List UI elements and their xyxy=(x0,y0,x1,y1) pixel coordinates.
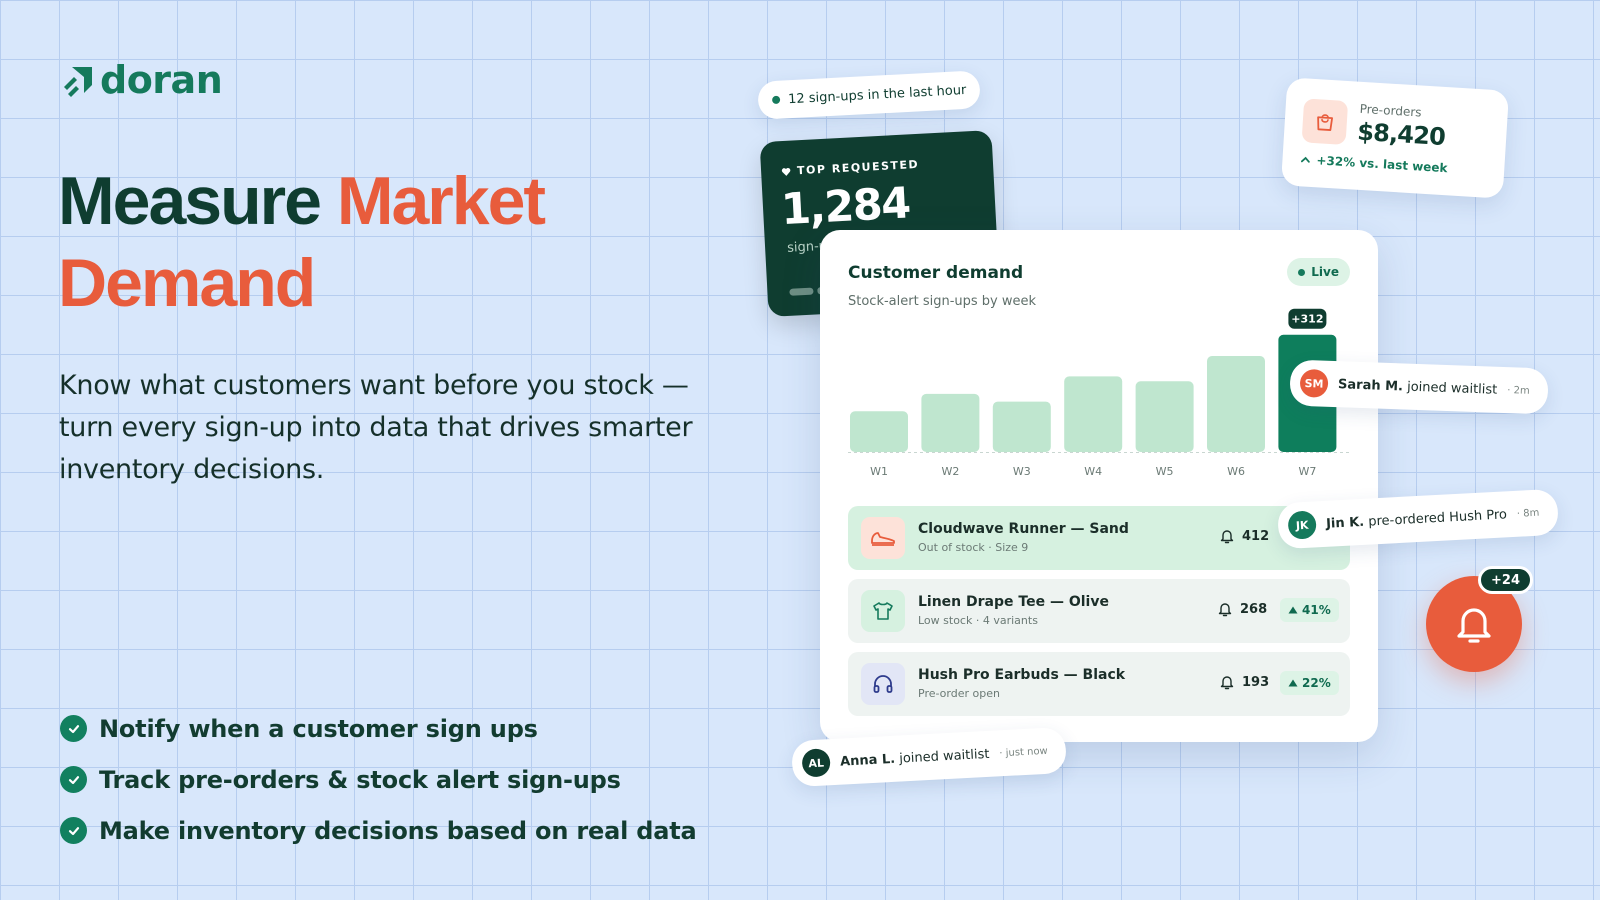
notification-count-badge: +24 xyxy=(1478,566,1533,594)
title-word-measure: Measure xyxy=(58,163,322,239)
logo-mark-icon xyxy=(64,67,92,97)
signup-count-value: 193 xyxy=(1242,674,1270,690)
bell-icon xyxy=(1220,530,1234,544)
product-name: Linen Drape Tee — Olive xyxy=(918,594,1109,610)
notification-pill: SM Sarah M. joined waitlist · 2m xyxy=(1289,359,1549,415)
chevron-up-icon xyxy=(1301,156,1310,163)
check-icon xyxy=(60,766,87,793)
product-name: Hush Pro Earbuds — Black xyxy=(918,667,1126,683)
shirt-icon xyxy=(861,590,905,632)
chart-bar-w1 xyxy=(850,411,908,452)
preorders-trend-text: +32% vs. last week xyxy=(1316,153,1448,176)
x-tick-label: W4 xyxy=(1084,465,1102,478)
brand-logo[interactable]: doran xyxy=(62,58,223,102)
feature-text: Track pre-orders & stock alert sign-ups xyxy=(99,765,621,794)
card-title: Customer demand xyxy=(848,263,1024,283)
growth-badge-value: 22% xyxy=(1302,676,1331,690)
customer-demand-card: Customer demand Stock-alert sign-ups by … xyxy=(820,230,1378,742)
avatar: JK xyxy=(1287,510,1317,540)
activity-pill: 12 sign-ups in the last hour xyxy=(757,70,982,120)
notification-action: joined waitlist xyxy=(898,746,990,767)
check-icon xyxy=(60,817,87,844)
live-dot-icon xyxy=(1298,268,1306,276)
x-tick-label: W7 xyxy=(1298,465,1316,478)
notification-action: joined waitlist xyxy=(1406,379,1498,398)
product-meta: Pre-order open xyxy=(918,687,1000,700)
x-tick-label: W1 xyxy=(870,465,888,478)
demand-bar-chart: W1 W2 W3 W4 W5 W6 W7 +312 xyxy=(848,308,1352,478)
live-badge: Live xyxy=(1287,258,1350,286)
signup-count: 193 xyxy=(1220,674,1269,690)
avatar: AL xyxy=(801,748,831,778)
headphones-icon xyxy=(861,663,905,705)
notification-user: Jin K. xyxy=(1325,514,1365,532)
notification-time: · 2m xyxy=(1507,384,1530,397)
signup-count: 412 xyxy=(1220,528,1269,544)
notification-time: · 8m xyxy=(1516,507,1540,520)
notification-text: Sarah M. joined waitlist xyxy=(1338,377,1498,398)
signup-count-value: 268 xyxy=(1240,601,1268,617)
chart-bar-w6 xyxy=(1207,356,1265,452)
chart-annotation: +312 xyxy=(1288,308,1327,329)
x-tick-label: W5 xyxy=(1156,465,1174,478)
annotation-text: +312 xyxy=(1291,313,1323,326)
chart-bar-w3 xyxy=(992,401,1051,452)
bell-icon xyxy=(1220,676,1234,690)
top-requested-value: 1,284 xyxy=(779,178,911,236)
triangle-up-icon xyxy=(1288,679,1298,687)
x-tick-label: W6 xyxy=(1227,465,1245,478)
top-requested-label: TOP REQUESTED xyxy=(781,157,920,178)
triangle-up-icon xyxy=(1288,606,1298,614)
feature-item: Notify when a customer sign ups xyxy=(60,703,697,754)
notification-user: Anna L. xyxy=(839,751,896,770)
signup-count: 268 xyxy=(1218,601,1267,617)
feature-text: Notify when a customer sign ups xyxy=(99,714,538,743)
product-meta: Low stock · 4 variants xyxy=(918,614,1038,627)
feature-item: Make inventory decisions based on real d… xyxy=(60,805,697,856)
feature-list: Notify when a customer sign ups Track pr… xyxy=(60,703,697,856)
notification-action: pre-ordered Hush Pro xyxy=(1367,506,1508,530)
preorders-value: $8,420 xyxy=(1356,117,1446,152)
preorders-label: Pre-orders xyxy=(1359,101,1422,120)
page-title: Measure Market Demand xyxy=(58,160,698,324)
chart-bar-w4 xyxy=(1064,376,1123,452)
signup-count-value: 412 xyxy=(1242,528,1270,544)
x-tick-label: W2 xyxy=(941,465,959,478)
status-dot-icon xyxy=(771,95,781,105)
notification-time: · just now xyxy=(999,745,1048,759)
shoe-icon xyxy=(861,517,905,559)
shopping-bag-icon xyxy=(1301,98,1349,145)
x-tick-label: W3 xyxy=(1013,465,1031,478)
growth-badge-value: 41% xyxy=(1302,603,1331,617)
preorders-card: Pre-orders $8,420 +32% vs. last week xyxy=(1280,77,1510,199)
chart-bar-w5 xyxy=(1135,381,1194,452)
feature-item: Track pre-orders & stock alert sign-ups xyxy=(60,754,697,805)
heart-icon xyxy=(781,167,791,176)
notification-text: Anna L. joined waitlist xyxy=(840,746,990,769)
notification-text: Jin K. pre-ordered Hush Pro xyxy=(1326,507,1508,531)
chart-bar-w2 xyxy=(921,393,980,452)
brand-name: doran xyxy=(100,58,223,102)
product-name: Cloudwave Runner — Sand xyxy=(918,521,1129,537)
hero-subtitle: Know what customers want before you stoc… xyxy=(59,370,693,485)
progress-segment xyxy=(789,287,814,296)
title-word-demand: Demand xyxy=(58,245,316,321)
product-row[interactable]: Hush Pro Earbuds — Black Pre-order open … xyxy=(848,652,1350,716)
bell-icon xyxy=(1457,608,1491,643)
check-icon xyxy=(60,715,87,742)
title-word-market: Market xyxy=(336,163,546,239)
bell-icon xyxy=(1218,603,1232,617)
avatar: SM xyxy=(1299,368,1329,398)
feature-text: Make inventory decisions based on real d… xyxy=(99,816,697,845)
live-label: Live xyxy=(1311,265,1339,279)
growth-badge: 41% xyxy=(1280,598,1339,622)
growth-badge: 22% xyxy=(1280,671,1339,695)
product-meta: Out of stock · Size 9 xyxy=(918,541,1029,554)
top-requested-label-text: TOP REQUESTED xyxy=(796,157,920,178)
notification-user: Sarah M. xyxy=(1337,376,1404,394)
product-row[interactable]: Linen Drape Tee — Olive Low stock · 4 va… xyxy=(848,579,1350,643)
product-row[interactable]: Cloudwave Runner — Sand Out of stock · S… xyxy=(848,506,1350,570)
preorders-trend: +32% vs. last week xyxy=(1300,152,1448,175)
activity-text: 12 sign-ups in the last hour xyxy=(787,82,967,107)
